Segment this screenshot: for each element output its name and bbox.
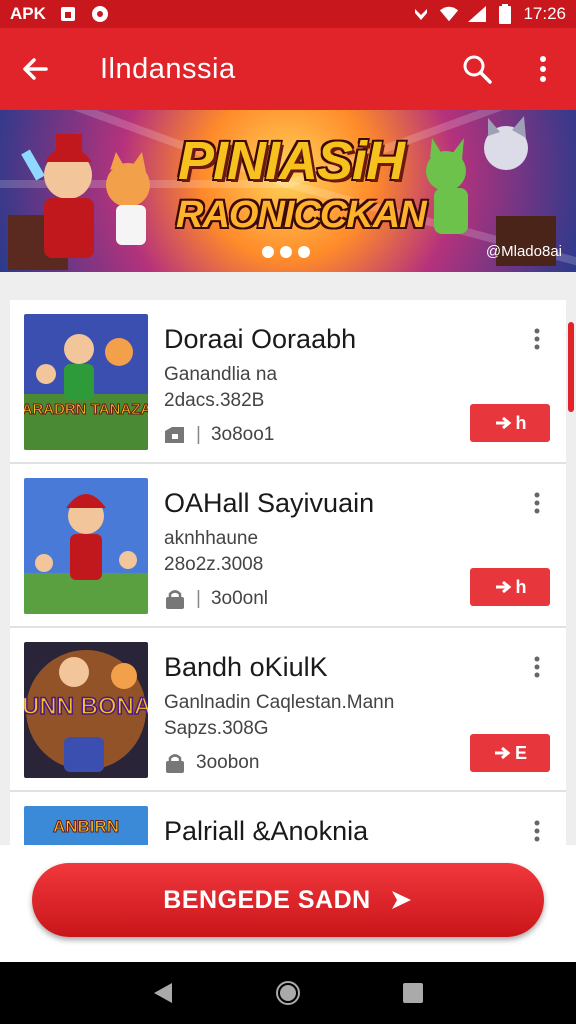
play-arrow-icon bbox=[494, 746, 511, 760]
banner-subtitle: RAONICCKAN bbox=[176, 194, 427, 236]
back-button[interactable] bbox=[0, 28, 70, 110]
folder-icon bbox=[165, 427, 184, 443]
more-vert-icon bbox=[534, 328, 540, 350]
thumbnail-text: DUNN BONAS bbox=[24, 693, 148, 720]
item-count: 3o0onl bbox=[210, 588, 268, 609]
primary-action-button[interactable]: BENGEDE SADN bbox=[32, 863, 544, 937]
home-circle-icon bbox=[275, 981, 300, 1005]
apk-box-icon bbox=[58, 4, 78, 24]
search-button[interactable] bbox=[456, 48, 498, 90]
app-list: BARADRN TANAZAS Doraai Ooraabh Ganandlia… bbox=[10, 300, 566, 852]
banner-title: PINIASiH bbox=[178, 131, 405, 191]
item-size: Sapzs.308G bbox=[164, 718, 269, 739]
item-title: Palriall &Anoknia bbox=[164, 816, 369, 846]
item-menu-button[interactable] bbox=[522, 652, 552, 682]
item-meta: | 3o0onl bbox=[164, 588, 268, 610]
back-arrow-icon bbox=[23, 58, 48, 80]
item-title: Bandh oKiulK bbox=[164, 652, 328, 682]
wifi-icon bbox=[439, 4, 459, 24]
promo-banner[interactable]: PINIASiH RAONICCKAN @Mlado8ai bbox=[0, 110, 576, 272]
recents-square-icon bbox=[403, 983, 424, 1003]
item-size: 28o2z.3008 bbox=[164, 554, 264, 575]
list-item[interactable]: DUNN BONAS Bandh oKiulK Ganlnadin Caqles… bbox=[10, 628, 566, 792]
item-count: 3oobon bbox=[196, 752, 260, 773]
more-vert-icon bbox=[534, 492, 540, 514]
list-item[interactable]: ANBIRN Palriall &Anoknia bbox=[10, 792, 566, 852]
nfc-icon bbox=[411, 4, 431, 24]
play-arrow-icon bbox=[495, 416, 511, 430]
pager-dot[interactable] bbox=[298, 246, 310, 258]
nav-back-button[interactable] bbox=[143, 973, 183, 1013]
item-menu-button[interactable] bbox=[522, 816, 552, 846]
thumbnail-text: ANBIRN bbox=[53, 817, 119, 836]
more-vert-icon bbox=[540, 56, 546, 82]
status-bar: APK 17:26 bbox=[0, 0, 576, 28]
banner-credit: @Mlado8ai bbox=[485, 243, 562, 260]
item-menu-button[interactable] bbox=[522, 488, 552, 518]
nav-recents-button[interactable] bbox=[393, 973, 433, 1013]
item-title: OAHall Sayivuain bbox=[164, 488, 375, 518]
pager-dot[interactable] bbox=[262, 246, 274, 258]
item-meta: 3oobon bbox=[164, 752, 259, 774]
download-label: h bbox=[515, 576, 527, 597]
nav-home-button[interactable] bbox=[268, 973, 308, 1013]
item-title: Doraai Ooraabh bbox=[164, 324, 357, 354]
more-vert-icon bbox=[534, 656, 540, 678]
lock-icon bbox=[166, 590, 184, 609]
thumbnail-text: BARADRN TANAZAS bbox=[24, 401, 148, 418]
item-developer: Ganlnadin Caqlestan.Mann bbox=[164, 692, 395, 713]
download-button[interactable]: E bbox=[470, 734, 550, 772]
item-developer: aknhhaune bbox=[164, 528, 259, 549]
more-vert-icon bbox=[534, 820, 540, 842]
app-thumbnail: BARADRN TANAZAS bbox=[24, 314, 148, 450]
primary-action-label: BENGEDE SADN bbox=[163, 885, 371, 914]
pager-dot[interactable] bbox=[280, 246, 292, 258]
signal-icon bbox=[467, 4, 487, 24]
banner-hero-left-image bbox=[8, 134, 150, 270]
banner-pager-dots bbox=[262, 246, 310, 258]
download-button[interactable]: h bbox=[470, 404, 550, 442]
bottom-action-area: BENGEDE SADN bbox=[0, 845, 576, 962]
back-triangle-icon bbox=[153, 983, 172, 1003]
record-icon bbox=[90, 4, 110, 24]
system-nav-bar bbox=[0, 962, 576, 1024]
overflow-menu-button[interactable] bbox=[522, 48, 564, 90]
app-thumbnail bbox=[24, 478, 148, 614]
download-button[interactable]: h bbox=[470, 568, 550, 606]
list-item[interactable]: OAHall Sayivuain aknhhaune 28o2z.3008 | … bbox=[10, 464, 566, 628]
page-title: Ilndanssia bbox=[100, 52, 236, 85]
send-arrow-icon bbox=[391, 891, 411, 909]
clock: 17:26 bbox=[523, 4, 566, 23]
apk-label: APK bbox=[10, 4, 46, 23]
app-thumbnail: DUNN BONAS bbox=[24, 642, 148, 778]
lock-icon bbox=[166, 754, 184, 773]
item-developer: Ganandlia na bbox=[164, 364, 278, 385]
item-size: 2dacs.382B bbox=[164, 390, 265, 411]
item-count: 3o8oo1 bbox=[210, 424, 275, 445]
app-bar: Ilndanssia bbox=[0, 28, 576, 110]
list-item[interactable]: BARADRN TANAZAS Doraai Ooraabh Ganandlia… bbox=[10, 300, 566, 464]
download-label: E bbox=[514, 742, 527, 763]
download-label: h bbox=[515, 412, 527, 433]
play-arrow-icon bbox=[495, 580, 511, 594]
battery-icon bbox=[495, 4, 515, 24]
item-menu-button[interactable] bbox=[522, 324, 552, 354]
item-meta: | 3o8oo1 bbox=[164, 424, 274, 446]
scrollbar[interactable] bbox=[568, 322, 574, 412]
search-icon bbox=[463, 55, 492, 84]
